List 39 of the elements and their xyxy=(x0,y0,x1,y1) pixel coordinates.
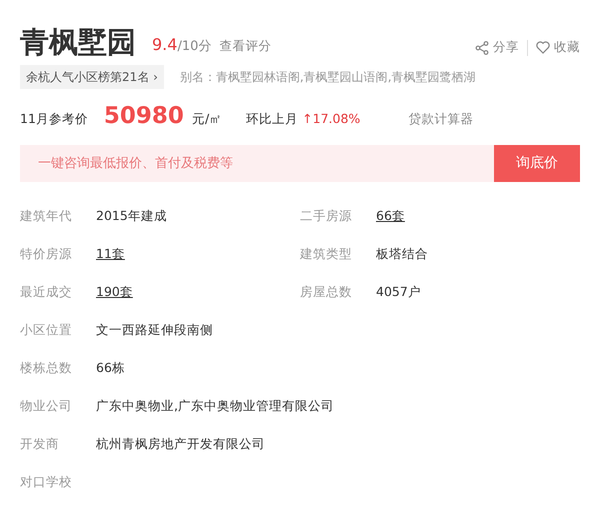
consult-field[interactable]: 一键咨询最低报价、首付及税费等 询底价 xyxy=(20,144,580,182)
ranking-tag[interactable]: 余杭人气小区榜第21名 › xyxy=(20,65,164,89)
loan-calculator-link[interactable]: 贷款计算器 xyxy=(408,110,474,129)
info-label: 房屋总数 xyxy=(300,283,353,302)
info-label: 特价房源 xyxy=(20,245,73,264)
ask-price-button[interactable]: 询底价 xyxy=(494,144,580,182)
alias-text: 别名：青枫墅园林语阁,青枫墅园山语阁,青枫墅园鹭栖湖 xyxy=(180,69,476,86)
info-label: 对口学校 xyxy=(20,473,73,492)
info-label: 建筑年代 xyxy=(20,207,73,226)
rating-scale: /10分 xyxy=(177,38,212,56)
info-value: 文一西路延伸段南侧 xyxy=(96,321,213,340)
change-label: 环比上月 xyxy=(246,110,298,128)
property-title: 青枫墅园 xyxy=(20,28,136,57)
info-link[interactable]: 66套 xyxy=(376,207,405,226)
favorite-button[interactable]: 收藏 xyxy=(536,38,580,57)
price-unit: 元/㎡ xyxy=(192,110,222,128)
info-value: 4057户 xyxy=(376,283,421,302)
info-label: 物业公司 xyxy=(20,397,73,416)
share-icon xyxy=(475,40,489,55)
heart-icon xyxy=(536,41,550,54)
info-label: 二手房源 xyxy=(300,207,353,226)
price-label: 11月参考价 xyxy=(20,110,88,128)
info-value: 2015年建成 xyxy=(96,207,167,226)
share-button[interactable]: 分享 xyxy=(475,38,519,57)
info-link[interactable]: 190套 xyxy=(96,283,133,302)
price-value: 50980 xyxy=(104,105,184,128)
info-value: 板塔结合 xyxy=(376,245,428,264)
info-label: 建筑类型 xyxy=(300,245,353,264)
view-rating-link[interactable]: 查看评分 xyxy=(219,37,272,56)
info-link[interactable]: 11套 xyxy=(96,245,125,264)
info-value: 杭州青枫房地产开发有限公司 xyxy=(96,435,265,454)
price-change: ↑17.08% xyxy=(302,110,360,128)
info-label: 开发商 xyxy=(20,435,60,454)
info-label: 小区位置 xyxy=(20,321,73,340)
rating-score: 9.4 xyxy=(152,34,178,56)
info-value: 广东中奥物业,广东中奥物业管理有限公司 xyxy=(96,397,334,416)
info-label: 最近成交 xyxy=(20,283,73,302)
info-value: 66栋 xyxy=(96,359,125,378)
info-label: 楼栋总数 xyxy=(20,359,73,378)
